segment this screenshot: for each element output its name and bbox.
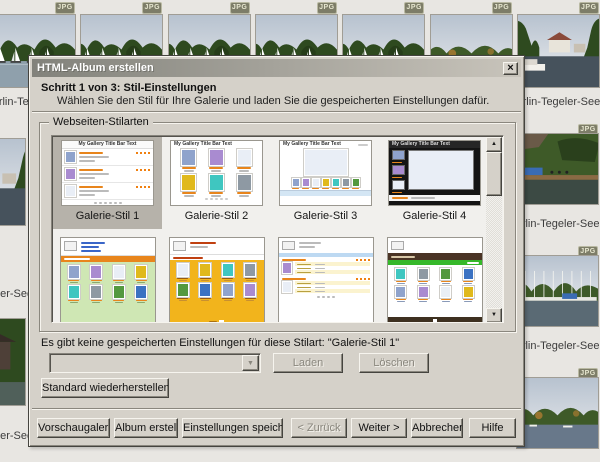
preview-gallery-button[interactable]: Vorschaugalerie — [37, 418, 110, 438]
style-option-galerie-stil-4[interactable]: My Gallery Title Bar Text Galerie-Stil 4 — [380, 137, 489, 229]
next-button[interactable]: Weiter > — [351, 418, 407, 438]
photo-image[interactable] — [0, 318, 26, 406]
photo-image[interactable] — [516, 133, 599, 205]
file-type-badge: JPG — [492, 2, 512, 14]
file-type-badge: JPG — [142, 2, 162, 14]
saved-settings-value — [52, 356, 241, 370]
cancel-button[interactable]: Abbrechen — [411, 418, 463, 438]
html-album-dialog: HTML-Album erstellen × Schritt 1 von 3: … — [28, 55, 525, 447]
style-option-galerie-stil-2[interactable]: My Gallery Title Bar Text Galerie-Stil 2 — [162, 137, 271, 229]
style-option-galerie-stil-1[interactable]: My Gallery Title Bar Text Galerie-Stil 1 — [53, 137, 162, 229]
delete-button[interactable]: Löschen — [359, 353, 429, 373]
style-preview-image — [60, 237, 156, 323]
close-icon: × — [507, 62, 513, 74]
restore-default-button[interactable]: Standard wiederherstellen — [41, 378, 169, 398]
step-title: Schritt 1 von 3: Stil-Einstellungen — [41, 82, 216, 94]
chevron-down-icon[interactable]: ▼ — [242, 355, 259, 371]
thumbnail-label: Berlin-Tegeler-See... — [0, 288, 28, 300]
style-groupbox: Webseiten-Stilarten My Gallery Title Bar… — [39, 122, 516, 332]
create-album-button[interactable]: Album erstellen — [114, 418, 178, 438]
photo-image[interactable] — [517, 14, 600, 88]
divider — [32, 408, 521, 410]
style-preview-image — [278, 237, 374, 323]
style-list[interactable]: My Gallery Title Bar TextGalerie-Stil 1M… — [51, 135, 504, 323]
style-option-list-striped[interactable] — [271, 229, 380, 323]
style-preview-image: My Gallery Title Bar Text — [279, 140, 372, 206]
scrollbar-thumb[interactable] — [486, 152, 502, 196]
style-preview-image: My Gallery Title Bar Text — [170, 140, 263, 206]
style-option-label: Galerie-Stil 2 — [162, 210, 271, 222]
dialog-titlebar[interactable]: HTML-Album erstellen × — [32, 59, 521, 77]
saved-settings-select[interactable]: ▼ — [49, 353, 261, 373]
style-preview-image — [169, 237, 265, 323]
load-button[interactable]: Laden — [273, 353, 343, 373]
photo-image[interactable] — [516, 255, 599, 327]
style-option-galerie-stil-3[interactable]: My Gallery Title Bar Text Galerie-Stil 3 — [271, 137, 380, 229]
photo-image[interactable] — [0, 138, 26, 226]
style-option-label: Galerie-Stil 4 — [380, 210, 489, 222]
style-preview-image: My Gallery Title Bar Text — [388, 140, 481, 206]
thumbnail-label: Berlin-Tegeler-See... — [0, 430, 28, 442]
save-settings-button[interactable]: Einstellungen speichern... — [182, 418, 283, 438]
scroll-down-icon[interactable]: ▼ — [486, 308, 502, 323]
file-type-badge: JPG — [317, 2, 337, 14]
close-button[interactable]: × — [503, 62, 518, 75]
file-type-badge: JPG — [55, 2, 75, 14]
style-option-label: Galerie-Stil 3 — [271, 210, 380, 222]
style-preview-image: My Gallery Title Bar Text — [61, 140, 154, 206]
step-description: Wählen Sie den Stil für Ihre Galerie und… — [57, 95, 489, 107]
photo-image[interactable] — [516, 377, 599, 449]
no-settings-text: Es gibt keine gespeicherten Einstellunge… — [41, 337, 399, 349]
scroll-up-icon[interactable]: ▲ — [486, 137, 502, 152]
file-type-badge: JPG — [230, 2, 250, 14]
style-option-grid-brown[interactable] — [380, 229, 489, 323]
dialog-title: HTML-Album erstellen — [37, 62, 503, 74]
style-option-label: Galerie-Stil 1 — [53, 210, 162, 222]
file-type-badge: JPG — [404, 2, 424, 14]
back-button[interactable]: < Zurück — [291, 418, 347, 438]
divider — [32, 111, 521, 113]
groupbox-label: Webseiten-Stilarten — [49, 116, 153, 128]
style-option-grid-green[interactable] — [53, 229, 162, 323]
style-option-grid-orange[interactable] — [162, 229, 271, 323]
file-type-badge: JPG — [579, 2, 599, 14]
help-button[interactable]: Hilfe — [469, 418, 516, 438]
style-preview-image — [387, 237, 483, 323]
style-list-scrollbar[interactable]: ▲ ▼ — [486, 137, 502, 323]
